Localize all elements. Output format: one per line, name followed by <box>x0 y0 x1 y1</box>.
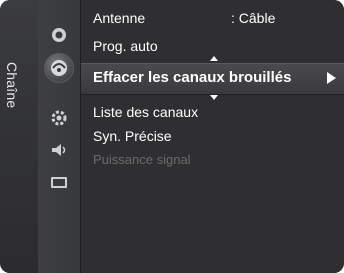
menu-item-liste-canaux[interactable]: Liste des canaux <box>93 104 198 120</box>
menu-item-syn-precise[interactable]: Syn. Précise <box>93 128 172 144</box>
channel-icon[interactable] <box>49 58 69 78</box>
menu-item-puissance-signal: Puissance signal <box>93 152 191 167</box>
screen: Chaîne Antenne : Câble Prog. auto Efface… <box>0 0 344 273</box>
menu-content: Antenne : Câble Prog. auto Effacer les c… <box>81 0 344 273</box>
icon-column <box>38 0 81 273</box>
menu-panel: Chaîne Antenne : Câble Prog. auto Efface… <box>0 0 344 273</box>
menu-item-effacer-canaux[interactable]: Effacer les canaux brouillés <box>93 69 291 86</box>
menu-item-antenne[interactable]: Antenne <box>93 10 145 26</box>
picture-icon[interactable] <box>49 25 69 45</box>
enter-arrow-icon <box>327 72 336 84</box>
menu-item-antenne-value: : Câble <box>231 10 276 26</box>
scroll-down-arrow-icon <box>210 95 218 100</box>
scroll-up-arrow-icon <box>210 56 218 61</box>
side-tab: Chaîne <box>0 0 39 273</box>
gear-icon[interactable] <box>49 108 69 128</box>
sound-icon[interactable] <box>49 140 69 160</box>
menu-item-prog-auto[interactable]: Prog. auto <box>93 38 158 54</box>
input-icon[interactable] <box>49 172 69 192</box>
side-tab-label: Chaîne <box>4 62 20 109</box>
